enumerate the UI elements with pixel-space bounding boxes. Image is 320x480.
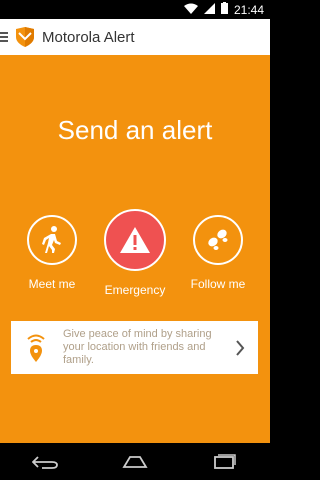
emergency-button[interactable]: Emergency — [90, 209, 180, 297]
follow-me-button[interactable]: Follow me — [173, 215, 263, 291]
phone-screen: 21:44 Motorola Alert Send an alert Meet … — [0, 0, 270, 480]
follow-me-circle[interactable] — [193, 215, 243, 265]
emergency-label: Emergency — [104, 283, 166, 297]
walking-person-icon — [42, 226, 61, 253]
emergency-circle[interactable] — [104, 209, 166, 271]
clock: 21:44 — [233, 2, 264, 17]
meet-me-circle[interactable] — [27, 215, 77, 265]
location-broadcast-icon — [21, 333, 51, 363]
info-card[interactable]: Give peace of mind by sharing your locat… — [11, 321, 258, 374]
meet-me-label: Meet me — [28, 277, 76, 291]
chevron-right-icon[interactable] — [234, 339, 246, 356]
wifi-icon — [183, 3, 198, 17]
status-bar: 21:44 — [0, 0, 270, 19]
main-panel: Send an alert Meet me Emergency Follow m… — [0, 55, 270, 443]
info-text: Give peace of mind by sharing your locat… — [63, 328, 212, 366]
footsteps-icon — [208, 229, 228, 250]
page-title: Send an alert — [57, 115, 213, 145]
meet-me-button[interactable]: Meet me — [7, 215, 97, 291]
recents-icon[interactable] — [210, 450, 240, 474]
battery-icon — [220, 2, 228, 17]
signal-icon — [203, 2, 215, 17]
back-icon[interactable] — [30, 450, 60, 474]
warning-icon — [120, 227, 150, 253]
home-icon[interactable] — [120, 450, 150, 474]
app-title: Motorola Alert — [42, 28, 135, 46]
app-bar: Motorola Alert — [0, 19, 270, 55]
motorola-alert-logo — [16, 27, 34, 47]
hamburger-icon[interactable] — [0, 19, 10, 55]
nav-bar — [0, 443, 270, 480]
follow-me-label: Follow me — [190, 277, 246, 291]
